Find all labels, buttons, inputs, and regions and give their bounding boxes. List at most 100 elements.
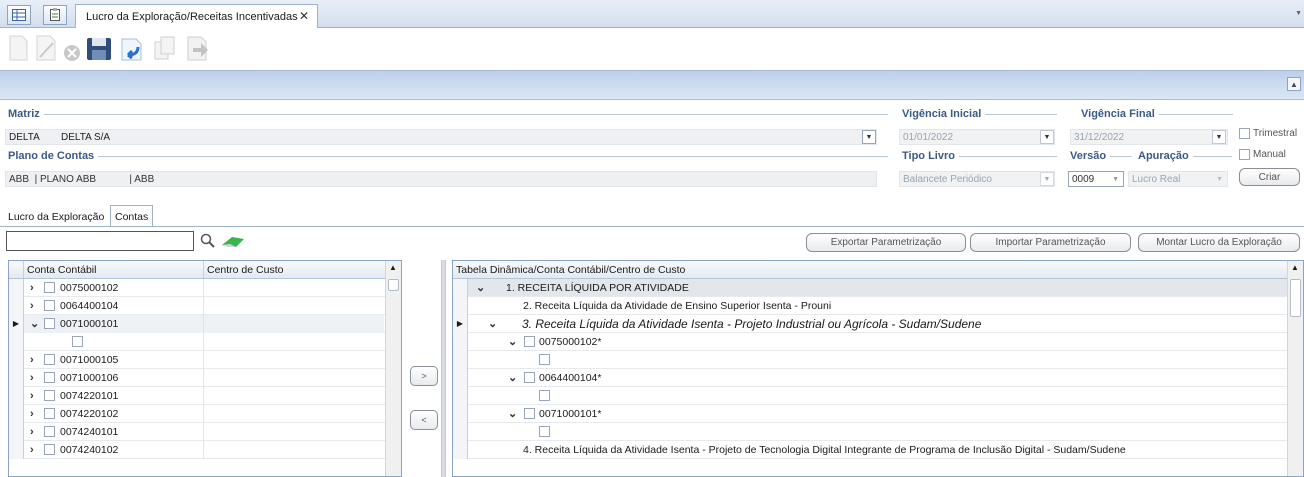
expand-chevron-icon[interactable]: › — [30, 390, 44, 402]
tipo-livro-dropdown-icon[interactable]: ▼ — [1040, 172, 1054, 186]
tree-row[interactable]: 2. Receita Líquida da Atividade de Ensin… — [453, 296, 1287, 315]
row-checkbox[interactable] — [44, 282, 55, 293]
row-checkbox[interactable] — [44, 426, 55, 437]
export-icon[interactable] — [183, 33, 213, 63]
vigencia-final-dropdown-icon[interactable]: ▼ — [1212, 130, 1226, 144]
row-checkbox[interactable] — [72, 336, 83, 347]
search-input[interactable] — [6, 231, 194, 251]
header-conta-contabil[interactable]: Conta Contábil — [24, 261, 204, 278]
row-checkbox[interactable] — [524, 408, 535, 419]
matriz-field[interactable]: DELTA DELTA S/A — [5, 129, 877, 145]
move-left-button[interactable]: < — [410, 410, 438, 430]
table-row[interactable]: › 0074220102 — [9, 404, 385, 423]
table-row[interactable]: › 0074240101 — [9, 422, 385, 441]
expand-chevron-icon[interactable]: › — [30, 408, 44, 420]
row-checkbox[interactable] — [44, 354, 55, 365]
manual-check-box[interactable] — [1239, 149, 1250, 160]
undo-icon[interactable] — [117, 33, 147, 63]
expand-chevron-icon[interactable]: › — [30, 300, 44, 312]
exportar-parametrizacao-button[interactable]: Exportar Parametrização — [806, 233, 966, 252]
close-tab-icon[interactable]: ✕ — [299, 9, 309, 23]
row-checkbox[interactable] — [44, 408, 55, 419]
tree-row[interactable]: ⌄ 0075000102* — [453, 332, 1287, 351]
row-checkbox[interactable] — [539, 354, 550, 365]
collapse-chevron-icon[interactable]: ⌄ — [476, 281, 506, 294]
header-centro-custo[interactable]: Centro de Custo — [204, 261, 384, 278]
manual-checkbox[interactable]: Manual — [1239, 149, 1286, 160]
header-tabela-dinamica[interactable]: Tabela Dinâmica/Conta Contábil/Centro de… — [453, 261, 1288, 278]
row-checkbox[interactable] — [539, 426, 550, 437]
table-row[interactable]: › 0071000105 — [9, 350, 385, 369]
contas-grid-scrollbar[interactable]: ▲ — [385, 261, 401, 476]
tree-row[interactable] — [453, 422, 1287, 441]
vigencia-inicial-dropdown-icon[interactable]: ▼ — [1040, 130, 1054, 144]
save-icon[interactable] — [84, 33, 114, 63]
tree-row[interactable]: ⌄ 0064400104* — [453, 368, 1287, 387]
apuracao-dropdown-icon[interactable]: ▼ — [1216, 176, 1223, 183]
tab-menu-chevron-icon[interactable]: ▼ — [1295, 10, 1302, 17]
criar-button[interactable]: Criar — [1239, 168, 1300, 186]
new-document-icon[interactable] — [3, 33, 33, 63]
tab-lucro-exploracao[interactable]: Lucro da Exploração — [4, 207, 108, 227]
copy-icon[interactable] — [150, 33, 180, 63]
row-checkbox[interactable] — [44, 390, 55, 401]
panel-splitter[interactable] — [441, 260, 446, 477]
trimestral-check-box[interactable] — [1239, 128, 1250, 139]
table-row[interactable]: › 0071000106 — [9, 368, 385, 387]
collapse-panel-icon[interactable]: ▲ — [1287, 77, 1301, 91]
collapse-chevron-icon[interactable]: ⌄ — [488, 317, 522, 330]
matriz-dropdown-icon[interactable]: ▼ — [862, 130, 876, 144]
document-tab[interactable]: Lucro da Exploração/Receitas Incentivada… — [75, 4, 318, 28]
row-checkbox[interactable] — [539, 390, 550, 401]
table-row[interactable]: › 0075000102 — [9, 278, 385, 297]
tree-row[interactable]: ⌄ 0071000101* — [453, 404, 1287, 423]
edit-icon[interactable] — [31, 33, 61, 63]
clear-eraser-icon[interactable] — [220, 233, 248, 249]
table-row[interactable]: › 0074240102 — [9, 440, 385, 459]
vigencia-final-field[interactable]: 31/12/2022 — [1070, 129, 1228, 145]
scroll-up-icon[interactable]: ▲ — [1291, 263, 1299, 272]
collapse-chevron-icon[interactable]: ⌄ — [508, 407, 524, 420]
tabela-dinamica-scrollbar[interactable]: ▲ — [1287, 261, 1303, 476]
search-icon[interactable] — [200, 233, 216, 249]
scroll-thumb[interactable] — [1290, 279, 1301, 317]
table-row[interactable]: ▶ ⌄ 0071000101 — [9, 314, 385, 333]
collapse-chevron-icon[interactable]: ⌄ — [30, 317, 44, 330]
apuracao-field[interactable]: Lucro Real ▼ — [1128, 171, 1228, 187]
expand-chevron-icon[interactable]: › — [30, 372, 44, 384]
trimestral-checkbox[interactable]: Trimestral — [1239, 128, 1297, 139]
tipo-livro-field[interactable]: Balancete Periódico — [899, 171, 1055, 187]
expand-chevron-icon[interactable]: › — [30, 426, 44, 438]
move-right-button[interactable]: > — [410, 366, 438, 386]
row-checkbox[interactable] — [524, 372, 535, 383]
montar-lucro-exploracao-button[interactable]: Montar Lucro da Exploração — [1138, 233, 1300, 252]
vigencia-inicial-field[interactable]: 01/01/2022 — [899, 129, 1055, 145]
collapse-chevron-icon[interactable]: ⌄ — [508, 371, 524, 384]
tree-row[interactable]: ⌄ 1. RECEITA LÍQUIDA POR ATIVIDADE — [453, 278, 1287, 297]
table-row[interactable]: › 0074220101 — [9, 386, 385, 405]
tree-row[interactable]: ▶ ⌄ 3. Receita Líquida da Atividade Isenta… — [453, 314, 1287, 333]
expand-chevron-icon[interactable]: › — [30, 354, 44, 366]
scroll-up-icon[interactable]: ▲ — [389, 263, 397, 272]
table-row[interactable]: › 0064400104 — [9, 296, 385, 315]
row-checkbox[interactable] — [44, 444, 55, 455]
table-row[interactable] — [9, 332, 385, 351]
tab-contas[interactable]: Contas — [110, 205, 154, 227]
importar-parametrizacao-button[interactable]: Importar Parametrização — [970, 233, 1131, 252]
tree-row[interactable]: 4. Receita Líquida da Atividade Isenta -… — [453, 440, 1287, 459]
tree-row[interactable] — [453, 386, 1287, 405]
row-checkbox[interactable] — [44, 372, 55, 383]
form-view-icon[interactable] — [43, 5, 67, 25]
tree-row[interactable] — [453, 350, 1287, 369]
versao-dropdown-icon[interactable]: ▼ — [1112, 176, 1119, 183]
expand-chevron-icon[interactable]: › — [30, 282, 44, 294]
row-checkbox[interactable] — [44, 318, 55, 329]
grid-view-icon[interactable] — [7, 5, 31, 25]
row-checkbox[interactable] — [44, 300, 55, 311]
plano-field[interactable]: ABB | PLANO ABB | ABB — [5, 171, 877, 187]
row-checkbox[interactable] — [524, 336, 535, 347]
scroll-thumb[interactable] — [388, 279, 399, 291]
versao-field[interactable]: 0009 ▼ — [1068, 171, 1124, 187]
collapse-chevron-icon[interactable]: ⌄ — [508, 335, 524, 348]
expand-chevron-icon[interactable]: › — [30, 444, 44, 456]
